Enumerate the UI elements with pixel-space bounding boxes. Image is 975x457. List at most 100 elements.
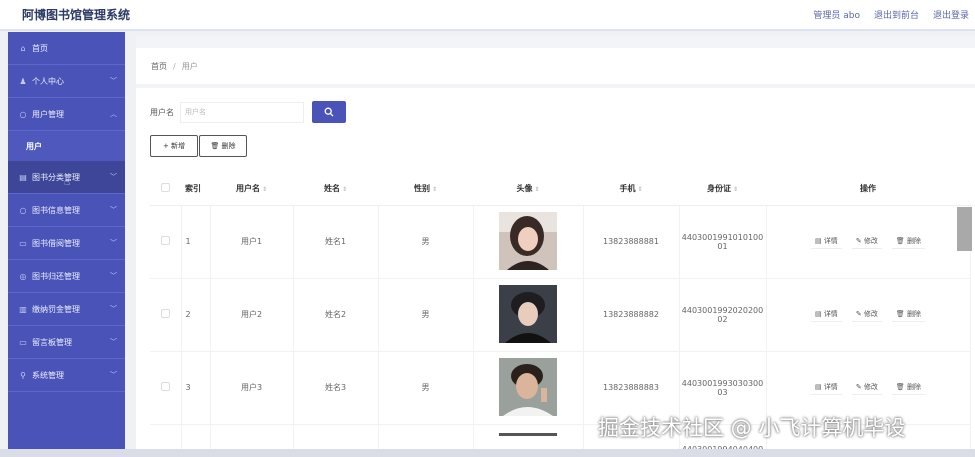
book-category-icon: ▤ (19, 172, 27, 182)
edit-button[interactable]: ✎ 修改 (851, 307, 882, 322)
row-checkbox[interactable] (160, 382, 170, 391)
cell-ops: ▤ 详情 ✎ 修改 🗑 删除 (766, 278, 971, 352)
sort-icon: ⇕ (261, 185, 268, 193)
pointer-cursor-icon: ☝ (64, 177, 71, 188)
table-row: 1 用户1 姓名1 男 13823888881 4403001991010100… (150, 205, 971, 279)
breadcrumb: 首页 / 用户 (136, 48, 975, 84)
col-header-label: 用户名 (235, 183, 260, 193)
row-checkbox[interactable] (160, 309, 170, 318)
sidebar-item-fine[interactable]: ▥ 缴纳罚金管理 ﹀ (8, 293, 125, 326)
delete-button[interactable]: 🗑 删除 (891, 380, 926, 395)
borrow-icon: ▭ (19, 238, 27, 248)
sidebar-item-label: 系统管理 (32, 370, 64, 380)
sidebar-item-book-info[interactable]: ○ 图书信息管理 ﹀ (8, 194, 125, 227)
content-panel: 用户名 用户名 + 新增 🗑 删除 索引 用户名 ⇕ 姓名 ⇕ 性别 ⇕ 头像 … (136, 88, 975, 457)
col-header-phone[interactable]: 手机 ⇕ (583, 172, 679, 206)
breadcrumb-current: 用户 (181, 61, 198, 71)
breadcrumb-separator: / (173, 61, 176, 71)
col-header-label: 头像 (516, 183, 533, 193)
add-button[interactable]: + 新增 (150, 135, 198, 157)
message-icon: ▭ (19, 337, 27, 347)
idcard-line: 03 (717, 387, 728, 397)
user-icon: ♟ (19, 76, 27, 86)
idcard-line: 02 (717, 314, 728, 324)
book-info-icon: ○ (19, 205, 27, 215)
return-icon: ◎ (19, 271, 27, 281)
edit-button[interactable]: ✎ 修改 (851, 234, 882, 249)
sidebar-item-book-category[interactable]: ▤ 图书分类管理 ﹀ ☝ (8, 161, 125, 194)
col-header-gender[interactable]: 性别 ⇕ (378, 172, 473, 206)
cell-gender: 男 (378, 278, 474, 352)
sidebar-item-user-management[interactable]: ○ 用户管理 ︿ (8, 98, 125, 131)
sidebar-item-profile[interactable]: ♟ 个人中心 ﹀ (8, 65, 125, 98)
username-search-input[interactable]: 用户名 (180, 101, 304, 123)
cell-gender: 男 (378, 351, 474, 425)
sidebar-subitem-users[interactable]: 用户 (8, 131, 125, 161)
idcard-line: 4403001992020200 (681, 305, 764, 315)
user-avatar-image (499, 211, 557, 270)
cell-username: 用户3 (210, 351, 294, 425)
sidebar-item-home[interactable]: ⌂ 首页 (8, 32, 125, 65)
delete-button[interactable]: 🗑 删除 (891, 307, 926, 322)
cell-username: 用户1 (210, 205, 294, 279)
sidebar-item-message-board[interactable]: ▭ 留言板管理 ﹀ (8, 326, 125, 359)
cell-gender: 男 (378, 205, 474, 279)
bottom-strip (0, 449, 975, 457)
user-avatar-image (499, 432, 557, 436)
bulk-delete-button[interactable]: 🗑 删除 (199, 135, 247, 157)
col-header-avatar[interactable]: 头像 ⇕ (473, 172, 583, 206)
users-icon: ○ (19, 109, 27, 119)
cell-ops: ▤ 详情 ✎ 修改 🗑 删除 (766, 205, 971, 279)
breadcrumb-home[interactable]: 首页 (151, 61, 167, 72)
sort-icon: ⇕ (341, 185, 348, 193)
chevron-down-icon: ﹀ (110, 206, 117, 214)
row-checkbox[interactable] (160, 236, 170, 245)
chevron-down-icon: ﹀ (110, 305, 117, 313)
chevron-down-icon: ﹀ (110, 239, 117, 247)
cell-idcard: 4403001991010100 01 (679, 205, 767, 279)
search-button[interactable] (312, 101, 346, 123)
sidebar-item-borrow[interactable]: ▭ 图书借阅管理 ﹀ (8, 227, 125, 260)
col-header-label: 性别 (413, 183, 430, 193)
settings-icon: ⚲ (20, 370, 26, 380)
exit-to-frontend-link[interactable]: 退出到前台 (874, 8, 919, 21)
scrollbar-thumb[interactable] (957, 207, 972, 251)
cell-index: 2 (181, 278, 211, 352)
col-header-username[interactable]: 用户名 ⇕ (210, 172, 293, 206)
sort-icon: ⇕ (637, 185, 643, 193)
chevron-up-icon: ︿ (110, 110, 117, 118)
cell-index: 1 (181, 205, 211, 279)
cell-name: 姓名1 (293, 205, 379, 279)
col-header-label: 手机 (619, 183, 636, 193)
cell-idcard: 4403001992020200 02 (679, 278, 767, 352)
select-all-checkbox[interactable] (161, 182, 170, 192)
chevron-down-icon: ﹀ (110, 371, 117, 379)
cell-phone: 13823888881 (583, 205, 680, 279)
detail-button[interactable]: ▤ 详情 (810, 234, 842, 249)
table-row: 2 用户2 姓名2 男 13823888882 4403001992020200… (150, 278, 971, 352)
top-bar: 阿博图书馆管理系统 管理员 abo 退出到前台 退出登录 (0, 0, 975, 31)
col-header-ops: 操作 (766, 172, 970, 206)
col-header-name[interactable]: 姓名 ⇕ (293, 172, 378, 206)
sort-icon: ⇕ (534, 185, 540, 193)
select-all-checkbox-cell (150, 172, 181, 206)
admin-user-link[interactable]: 管理员 abo (813, 8, 860, 21)
col-header-idcard[interactable]: 身份证 ⇕ (679, 172, 766, 206)
sidebar-item-label: 留言板管理 (32, 337, 72, 347)
sidebar-item-return[interactable]: ◎ 图书归还管理 ﹀ (8, 260, 125, 293)
col-header-index: 索引 (181, 172, 210, 206)
sidebar-item-system[interactable]: ⚲ 系统管理 ﹀ (8, 359, 125, 392)
cell-phone: 13823888882 (583, 278, 680, 352)
chevron-down-icon: ﹀ (110, 173, 117, 181)
detail-button[interactable]: ▤ 详情 (810, 380, 842, 395)
logout-link[interactable]: 退出登录 (933, 8, 969, 21)
delete-button[interactable]: 🗑 删除 (891, 234, 926, 249)
detail-button[interactable]: ▤ 详情 (810, 307, 842, 322)
sidebar-item-label: 首页 (32, 43, 48, 53)
idcard-line: 4403001991010100 (681, 232, 764, 242)
action-buttons: + 新增 🗑 删除 (150, 135, 247, 157)
top-links: 管理员 abo 退出到前台 退出登录 (813, 8, 975, 21)
sidebar-item-label: 图书归还管理 (32, 271, 80, 281)
edit-button[interactable]: ✎ 修改 (851, 380, 882, 395)
row-checkbox-cell (150, 351, 182, 425)
